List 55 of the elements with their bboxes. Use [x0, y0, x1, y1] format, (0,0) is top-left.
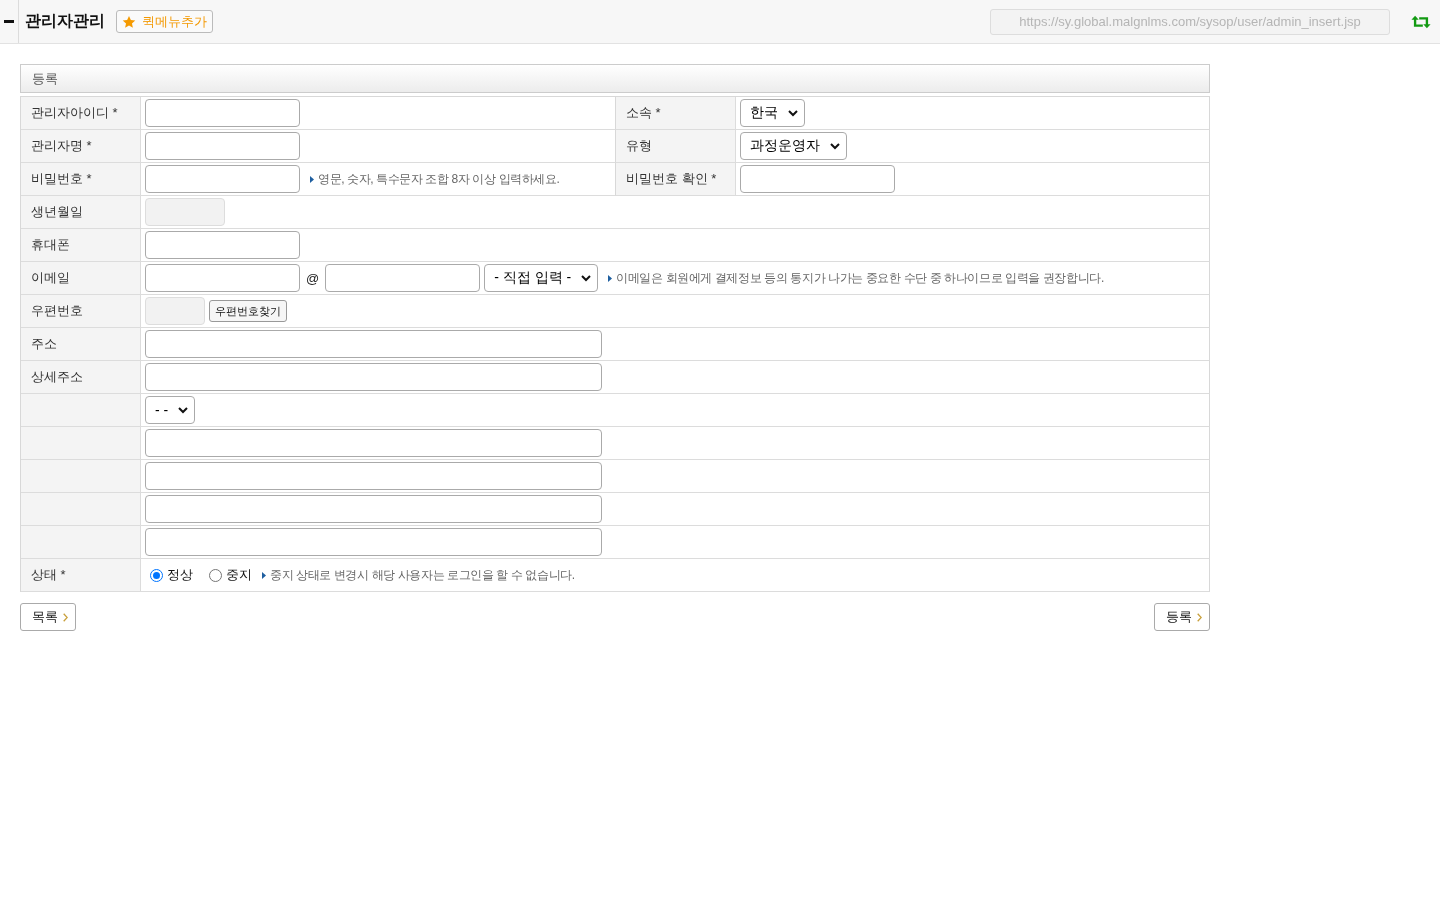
radio-label[interactable]: 중지 [226, 566, 252, 584]
text-input[interactable] [145, 165, 300, 193]
star-icon [122, 14, 136, 29]
dropdown[interactable]: - 직접 입력 - [484, 264, 599, 292]
field-label: 주소 [21, 328, 141, 361]
hint-text: 영문, 숫자, 특수문자 조합 8자 이상 입력하세요. [318, 170, 560, 188]
field-label: 소속 * [616, 97, 736, 130]
chevron-right-icon [63, 612, 68, 622]
chevron-right-icon [1197, 612, 1202, 622]
dropdown[interactable]: - - [145, 396, 196, 424]
triangle-right-icon [262, 571, 266, 579]
hint-text: 중지 상태로 변경시 해당 사용자는 로그인을 할 수 없습니다. [270, 566, 575, 584]
text-input[interactable] [145, 264, 300, 292]
field-label: 유형 [616, 130, 736, 163]
text-input[interactable] [145, 132, 300, 160]
field-label: 상세주소 [21, 361, 141, 394]
field-label: 상태 * [21, 559, 141, 592]
text-input[interactable] [145, 363, 602, 391]
text-input[interactable] [145, 429, 602, 457]
field-label: 비밀번호 확인 * [616, 163, 736, 196]
text-input[interactable] [145, 528, 602, 556]
radio-button[interactable] [150, 568, 163, 582]
at-sign: @ [306, 270, 320, 286]
radio-button[interactable] [209, 568, 222, 582]
text-input[interactable] [145, 99, 300, 127]
text-input[interactable] [145, 462, 602, 490]
text-input[interactable] [325, 264, 481, 292]
hint-text: 이메일은 회원에게 결제정보 등의 통지가 나가는 중요한 수단 중 하나이므로 입력을 권장합니다. [616, 269, 1104, 287]
refresh-icon[interactable] [1411, 14, 1431, 29]
triangle-right-icon [608, 274, 613, 282]
text-input[interactable] [145, 330, 602, 358]
page-title: 관리자관리 [25, 11, 105, 31]
chevron-down-icon [830, 142, 840, 150]
text-input[interactable] [145, 231, 300, 259]
field-label: 우편번호 [21, 295, 141, 328]
field-label: 비밀번호 * [21, 163, 141, 196]
text-input[interactable] [145, 495, 602, 523]
dropdown[interactable]: 한국 [740, 99, 805, 127]
chevron-down-icon [788, 109, 798, 117]
text-input[interactable] [740, 165, 895, 193]
field-label: 생년월일 [21, 196, 141, 229]
chevron-down-icon [581, 274, 592, 282]
field-label: 관리자아이디 * [21, 97, 141, 130]
minus-icon [4, 20, 14, 23]
field-label: 휴대폰 [21, 229, 141, 262]
radio-label[interactable]: 정상 [167, 566, 193, 584]
dropdown[interactable]: 과정운영자 [740, 132, 847, 160]
search-button[interactable]: 우편번호찾기 [209, 300, 287, 322]
field-label: 이메일 [21, 262, 141, 295]
section-title-bar: 등록 [20, 64, 1210, 93]
triangle-right-icon [310, 175, 314, 183]
chevron-down-icon [178, 406, 189, 414]
action-button[interactable]: 등록 [1154, 603, 1210, 631]
field-label: 관리자명 * [21, 130, 141, 163]
action-button[interactable]: 목록 [20, 603, 76, 631]
